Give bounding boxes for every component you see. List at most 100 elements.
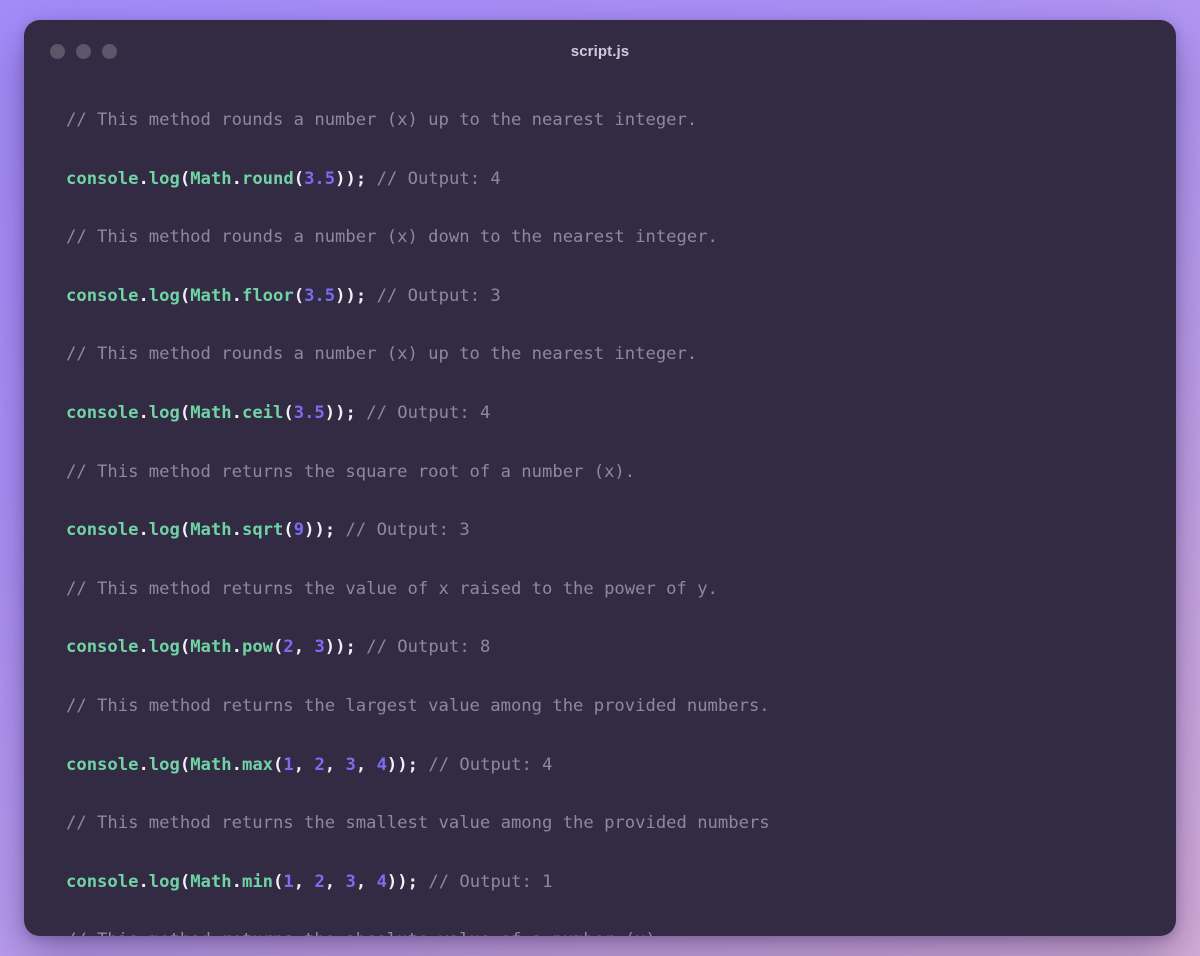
math-object: Math bbox=[190, 168, 232, 189]
semicolon: ; bbox=[407, 871, 418, 892]
dot-punctuation: . bbox=[231, 402, 242, 423]
comment-text: // This method rounds a number (x) up to… bbox=[66, 110, 698, 130]
open-paren: ( bbox=[179, 168, 191, 189]
open-paren: ( bbox=[293, 168, 305, 189]
close-paren: ) bbox=[397, 871, 408, 892]
window-title: script.js bbox=[570, 42, 630, 60]
dot-punctuation: . bbox=[231, 168, 242, 189]
traffic-light-group bbox=[50, 43, 117, 59]
open-paren: ( bbox=[283, 520, 294, 541]
code-comment-line: // This method returns the absolute valu… bbox=[66, 926, 1146, 936]
open-paren: ( bbox=[179, 520, 191, 541]
math-method: sqrt bbox=[241, 520, 284, 541]
math-object: Math bbox=[190, 637, 232, 658]
open-paren: ( bbox=[293, 285, 305, 306]
argument-separator: , bbox=[355, 871, 377, 892]
dot-punctuation: . bbox=[231, 520, 242, 541]
argument-separator: , bbox=[293, 754, 315, 775]
output-comment: // Output: 3 bbox=[345, 520, 470, 541]
comment-text: // This method returns the value of x ra… bbox=[66, 578, 718, 599]
math-object: Math bbox=[190, 402, 232, 423]
code-comment-line: // This method returns the smallest valu… bbox=[66, 809, 1146, 838]
number-literal: 4 bbox=[376, 754, 387, 775]
code-statement-line: console.log(Math.min(1, 2, 3, 4)); // Ou… bbox=[66, 868, 1146, 897]
dot-punctuation: . bbox=[231, 871, 242, 892]
open-paren: ( bbox=[179, 637, 191, 658]
code-statement-line: console.log(Math.round(3.5)); // Output:… bbox=[66, 165, 1146, 194]
code-block: // This method returns the value of x ra… bbox=[66, 575, 1146, 663]
code-block: // This method rounds a number (x) up to… bbox=[66, 340, 1146, 428]
code-editor-area[interactable]: // This method rounds a number (x) up to… bbox=[24, 82, 1176, 936]
math-method: round bbox=[241, 168, 294, 189]
code-statement-line: console.log(Math.max(1, 2, 3, 4)); // Ou… bbox=[66, 751, 1146, 780]
argument-separator: , bbox=[293, 871, 315, 892]
minimize-window-button[interactable] bbox=[76, 43, 91, 59]
log-method: log bbox=[148, 285, 180, 306]
dot-punctuation: . bbox=[138, 871, 149, 892]
number-literal: 1 bbox=[283, 754, 294, 775]
close-paren: ) bbox=[335, 285, 346, 306]
number-literal: 3 bbox=[345, 754, 356, 775]
console-object: console bbox=[66, 871, 139, 892]
console-object: console bbox=[66, 402, 139, 423]
close-paren: ) bbox=[314, 520, 325, 541]
code-block: // This method returns the square root o… bbox=[66, 458, 1146, 546]
console-object: console bbox=[66, 754, 139, 775]
code-comment-line: // This method returns the largest value… bbox=[66, 692, 1146, 721]
math-object: Math bbox=[190, 520, 232, 541]
close-paren: ) bbox=[345, 168, 356, 189]
math-object: Math bbox=[190, 285, 232, 306]
comment-text: // This method rounds a number (x) up to… bbox=[66, 344, 698, 365]
argument-separator: , bbox=[293, 637, 315, 658]
number-literal: 4 bbox=[376, 871, 387, 892]
comment-text: // This method returns the absolute valu… bbox=[66, 930, 666, 936]
output-comment: // Output: 3 bbox=[376, 285, 501, 306]
comment-text: // This method returns the largest value… bbox=[66, 695, 770, 716]
code-statement-line: console.log(Math.pow(2, 3)); // Output: … bbox=[66, 633, 1146, 662]
output-comment: // Output: 4 bbox=[376, 168, 501, 189]
semicolon: ; bbox=[355, 285, 367, 306]
console-object: console bbox=[66, 285, 139, 306]
open-paren: ( bbox=[179, 402, 191, 423]
semicolon: ; bbox=[407, 754, 418, 775]
output-comment: // Output: 4 bbox=[366, 402, 491, 423]
open-paren: ( bbox=[273, 637, 284, 658]
maximize-window-button[interactable] bbox=[102, 43, 117, 59]
window-titlebar: script.js bbox=[24, 20, 1176, 82]
log-method: log bbox=[148, 402, 180, 423]
code-root: // This method rounds a number (x) up to… bbox=[66, 106, 1146, 936]
comment-text: // This method returns the square root o… bbox=[66, 461, 636, 482]
math-method: floor bbox=[241, 285, 294, 306]
code-statement-line: console.log(Math.sqrt(9)); // Output: 3 bbox=[66, 516, 1146, 545]
code-window: script.js // This method rounds a number… bbox=[24, 20, 1176, 936]
console-object: console bbox=[66, 637, 139, 658]
close-paren: ) bbox=[335, 637, 346, 658]
semicolon: ; bbox=[324, 520, 336, 541]
console-object: console bbox=[66, 168, 139, 189]
close-window-button[interactable] bbox=[50, 43, 65, 59]
math-object: Math bbox=[190, 754, 232, 775]
math-object: Math bbox=[190, 871, 232, 892]
code-comment-line: // This method rounds a number (x) up to… bbox=[66, 340, 1146, 369]
code-comment-line: // This method rounds a number (x) up to… bbox=[66, 106, 1146, 135]
close-paren: ) bbox=[386, 754, 398, 775]
log-method: log bbox=[148, 520, 180, 541]
semicolon: ; bbox=[345, 402, 356, 423]
code-block: // This method returns the smallest valu… bbox=[66, 809, 1146, 897]
open-paren: ( bbox=[283, 402, 294, 423]
dot-punctuation: . bbox=[231, 637, 242, 658]
open-paren: ( bbox=[273, 754, 284, 775]
dot-punctuation: . bbox=[138, 168, 149, 189]
output-comment: // Output: 4 bbox=[428, 754, 553, 775]
code-statement-line: console.log(Math.ceil(3.5)); // Output: … bbox=[66, 399, 1146, 428]
argument-separator: , bbox=[355, 754, 377, 775]
code-comment-line: // This method returns the square root o… bbox=[66, 458, 1146, 487]
number-literal: 3 bbox=[345, 871, 356, 892]
output-comment: // Output: 8 bbox=[366, 637, 491, 658]
close-paren: ) bbox=[397, 754, 408, 775]
log-method: log bbox=[148, 754, 180, 775]
number-literal: 9 bbox=[293, 520, 305, 541]
console-object: console bbox=[66, 520, 139, 541]
dot-punctuation: . bbox=[231, 285, 242, 306]
number-literal: 1 bbox=[283, 871, 294, 892]
